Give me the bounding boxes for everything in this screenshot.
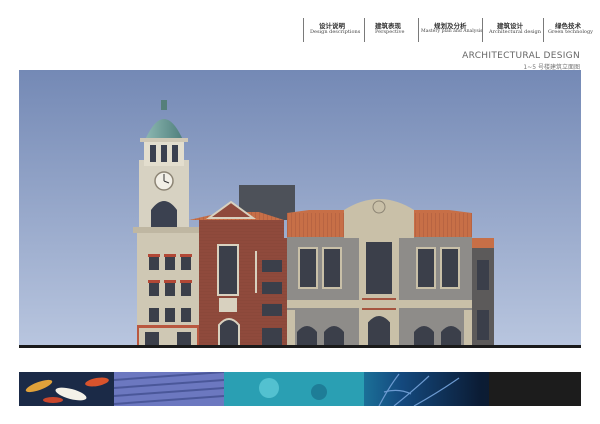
main-gray-facade — [287, 199, 472, 348]
nav-divider — [364, 18, 365, 42]
balcony-block — [257, 238, 287, 347]
nav-divider — [303, 18, 304, 42]
nav-item-en-label: Architectural design — [489, 29, 541, 35]
nav-divider — [482, 18, 483, 42]
nav-item-perspective[interactable]: 建筑表现 Perspective — [364, 16, 416, 44]
nav-item-en-label: Design descriptions — [310, 29, 361, 35]
roof-tile-image — [113, 372, 225, 406]
building-elevation-render — [19, 70, 581, 348]
underwater-image — [224, 372, 364, 406]
nav-item-en-label: Perspective — [375, 29, 405, 35]
nav-divider — [543, 18, 544, 42]
nav-item-architectural-design[interactable]: 建筑设计 Architectural design — [482, 16, 541, 44]
dark-panel — [489, 372, 581, 406]
koi-fish-image — [19, 372, 114, 406]
nav-item-en-label: Green technology — [548, 29, 593, 35]
nav-divider — [418, 18, 419, 42]
nav-item-green-technology[interactable]: 绿色技术 Green technology — [543, 16, 593, 44]
nav-item-master-plan[interactable]: 规划及分析 Mastery plan and Analysis — [418, 16, 483, 44]
left-wing-windows — [149, 256, 191, 322]
material-image-strip — [19, 372, 581, 406]
nav-item-en-label: Mastery plan and Analysis — [421, 29, 483, 34]
nav-item-design-descriptions[interactable]: 设计说明 Design descriptions — [303, 16, 361, 44]
right-end-block — [472, 238, 494, 347]
page-title: ARCHITECTURAL DESIGN — [462, 51, 580, 61]
ground-line — [19, 345, 581, 348]
